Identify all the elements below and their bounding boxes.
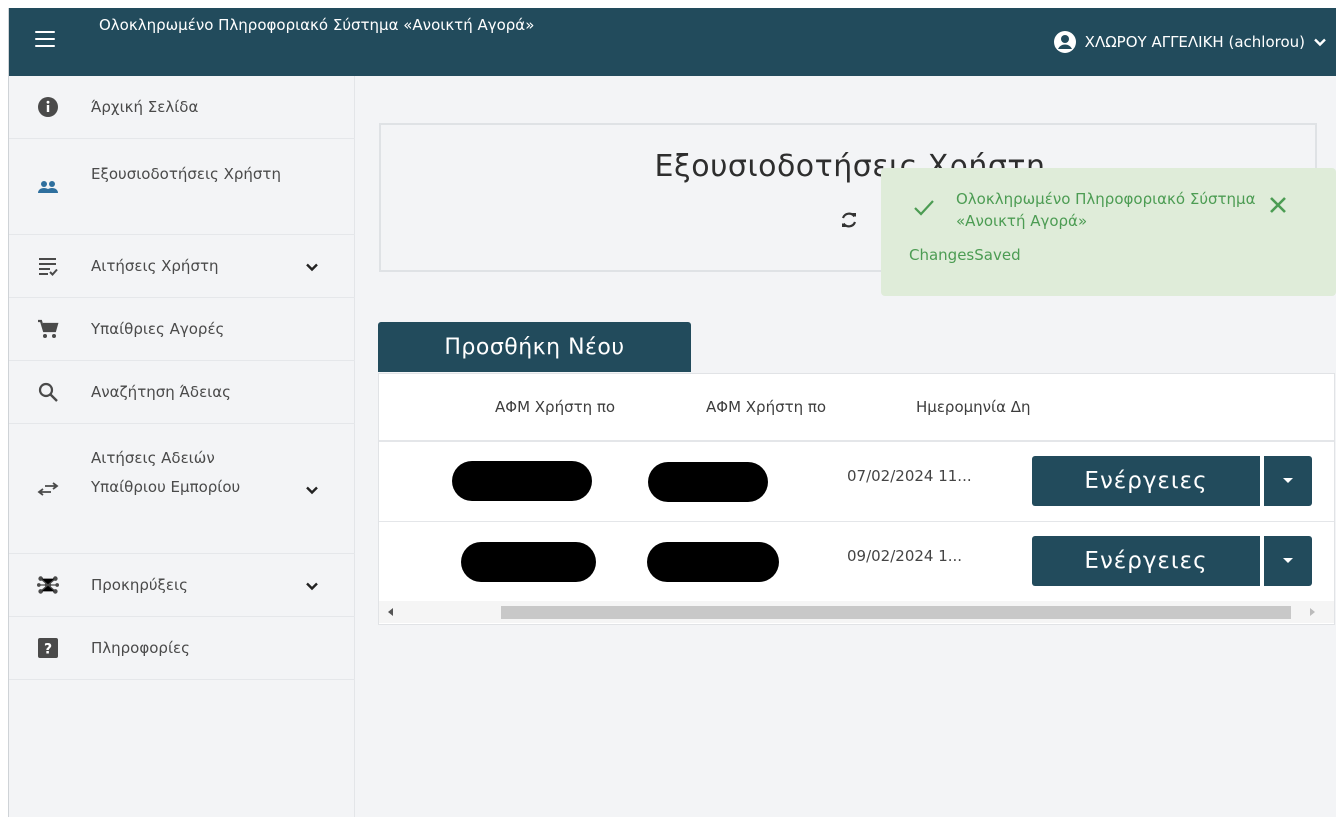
sidebar-item-license-search[interactable]: Αναζήτηση Άδειας — [9, 361, 355, 424]
table-row: 09/02/2024 1... Ενέργειες — [379, 524, 1334, 602]
date-cell: 07/02/2024 11... — [847, 467, 972, 485]
actions-dropdown-toggle[interactable] — [1262, 456, 1312, 506]
sidebar-item-information[interactable]: ? Πληροφορίες — [9, 617, 355, 680]
refresh-icon[interactable] — [838, 209, 860, 231]
list-check-icon — [37, 255, 59, 277]
redacted-afm-2 — [647, 542, 779, 582]
sidebar: Άρχική Σελίδα Εξουσιοδοτήσεις Χρήστη Αιτ… — [9, 76, 355, 817]
chevron-down-icon[interactable] — [305, 579, 319, 593]
sidebar-item-trade-license-applications[interactable]: Αιτήσεις Αδειών Υπαίθριου Εμπορίου — [9, 424, 355, 554]
sidebar-item-user-applications[interactable]: Αιτήσεις Χρήστη — [9, 235, 355, 298]
redacted-afm-1 — [452, 461, 592, 501]
horizontal-scrollbar[interactable] — [379, 601, 1334, 623]
sidebar-item-home[interactable]: Άρχική Σελίδα — [9, 76, 355, 139]
check-icon — [914, 200, 934, 216]
sidebar-item-label: Άρχική Σελίδα — [91, 98, 199, 116]
sidebar-item-label: Πληροφορίες — [91, 639, 190, 657]
table-row: 07/02/2024 11... Ενέργειες — [379, 444, 1334, 522]
column-header-afm-2[interactable]: ΑΦΜ Χρήστη πο — [706, 398, 870, 416]
app-title: Ολοκληρωμένο Πληροφοριακό Σύστημα «Ανοικ… — [99, 16, 535, 34]
user-circle-icon — [1053, 31, 1076, 53]
svg-text:?: ? — [44, 642, 52, 658]
sidebar-item-label: Αιτήσεις Αδειών Υπαίθριου Εμπορίου — [91, 449, 241, 496]
redacted-afm-2 — [648, 462, 768, 502]
close-icon[interactable] — [1265, 192, 1291, 218]
table-header: ΑΦΜ Χρήστη πο ΑΦΜ Χρήστη πο Ημερομηνία Δ… — [379, 374, 1334, 442]
network-icon — [37, 574, 59, 596]
caret-down-icon — [1283, 478, 1293, 483]
sidebar-item-label: Υπαίθριες Αγορές — [91, 320, 225, 338]
date-cell: 09/02/2024 1... — [847, 547, 963, 565]
column-header-date[interactable]: Ημερομηνία Δη — [916, 398, 1086, 416]
actions-button[interactable]: Ενέργειες — [1032, 536, 1260, 586]
chevron-down-icon — [1314, 38, 1326, 47]
sidebar-item-label: Προκηρύξεις — [91, 576, 188, 594]
caret-down-icon — [1283, 558, 1293, 563]
sidebar-item-label: Αναζήτηση Άδειας — [91, 383, 231, 401]
cart-icon — [37, 318, 59, 340]
swap-arrows-icon — [37, 478, 59, 500]
success-toast: Ολοκληρωμένο Πληροφοριακό Σύστημα «Ανοικ… — [881, 168, 1336, 296]
search-icon — [37, 381, 59, 403]
actions-button[interactable]: Ενέργειες — [1032, 456, 1260, 506]
scrollbar-thumb[interactable] — [501, 606, 1291, 619]
scroll-right-icon[interactable] — [1307, 607, 1317, 617]
sidebar-item-label: Αιτήσεις Χρήστη — [91, 257, 219, 275]
menu-icon[interactable] — [35, 31, 55, 47]
authorizations-table: ΑΦΜ Χρήστη πο ΑΦΜ Χρήστη πο Ημερομηνία Δ… — [378, 373, 1335, 625]
sidebar-item-outdoor-markets[interactable]: Υπαίθριες Αγορές — [9, 298, 355, 361]
redacted-afm-1 — [461, 542, 596, 582]
top-bar: Ολοκληρωμένο Πληροφοριακό Σύστημα «Ανοικ… — [9, 8, 1336, 76]
question-icon: ? — [37, 637, 59, 659]
scroll-left-icon[interactable] — [386, 607, 396, 617]
chevron-down-icon[interactable] — [305, 483, 319, 497]
user-menu[interactable]: ΧΛΩΡΟΥ ΑΓΓΕΛΙΚΗ (achlorou) — [1053, 29, 1327, 55]
user-name: ΧΛΩΡΟΥ ΑΓΓΕΛΙΚΗ (achlorou) — [1084, 33, 1305, 51]
column-header-afm-1[interactable]: ΑΦΜ Χρήστη πο — [495, 398, 673, 416]
app-frame: Ολοκληρωμένο Πληροφοριακό Σύστημα «Ανοικ… — [8, 8, 1336, 817]
toast-title: Ολοκληρωμένο Πληροφοριακό Σύστημα «Ανοικ… — [956, 190, 1256, 230]
chevron-down-icon[interactable] — [305, 260, 319, 274]
actions-dropdown-toggle[interactable] — [1262, 536, 1312, 586]
info-icon — [37, 96, 59, 118]
sidebar-item-label: Εξουσιοδοτήσεις Χρήστη — [91, 165, 281, 183]
add-new-button[interactable]: Προσθήκη Νέου — [378, 322, 691, 372]
sidebar-item-user-authorizations[interactable]: Εξουσιοδοτήσεις Χρήστη — [9, 139, 355, 235]
sidebar-item-announcements[interactable]: Προκηρύξεις — [9, 554, 355, 617]
toast-message: ChangesSaved — [909, 246, 1021, 264]
users-icon — [37, 176, 59, 198]
